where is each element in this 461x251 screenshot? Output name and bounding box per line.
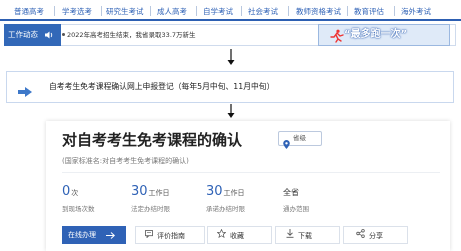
nav-item-jiaoshi[interactable]: 教师资格考试 — [296, 5, 341, 18]
stat-legal-limit-value: 30工作日 — [131, 184, 170, 199]
download-button[interactable]: 下载 — [275, 226, 340, 244]
share-button[interactable]: 分享 — [343, 226, 408, 244]
stat-promise-limit-label: 承诺办结时限 — [206, 205, 245, 213]
bullet-dot — [62, 33, 65, 36]
nav-item-yanjiusheng[interactable]: 研究生考试 — [106, 5, 144, 18]
runner-icon — [330, 28, 344, 47]
nav-separator — [347, 6, 348, 16]
stat-promise-number: 30 — [206, 184, 223, 199]
arrow-down-icon — [226, 104, 236, 119]
stat-legal-limit-label: 法定办结时限 — [131, 205, 170, 213]
stat-visits-unit: 次 — [71, 189, 79, 197]
nav-separator — [394, 6, 395, 16]
stat-visits-value: 0次 — [62, 184, 78, 199]
online-apply-button[interactable]: 在线办理 — [62, 226, 126, 244]
nav-separator — [241, 6, 242, 16]
service-subtitle: (国家标准名:对自考考生免考课程的确认) — [62, 157, 189, 165]
nav-separator — [54, 6, 55, 16]
stat-legal-number: 30 — [131, 184, 148, 199]
nav-item-pinggu[interactable]: 教育评估 — [354, 5, 384, 18]
stat-scope-label: 通办范围 — [283, 205, 309, 213]
process-step-text: 自考考生免考课程确认网上申报登记（每年5月中旬、11月中旬） — [49, 82, 275, 91]
nav-underline — [0, 19, 461, 21]
evaluation-guide-button[interactable]: 评价指南 — [135, 226, 205, 244]
nav-separator — [196, 6, 197, 16]
stat-promise-limit-value: 30工作日 — [206, 184, 245, 199]
stat-promise-unit: 工作日 — [223, 189, 245, 197]
card-divider — [62, 172, 440, 173]
online-apply-label: 在线办理 — [68, 231, 96, 239]
nav-item-shehui[interactable]: 社会考试 — [248, 5, 278, 18]
favorite-label: 收藏 — [230, 232, 244, 240]
nav-separator — [288, 6, 289, 16]
share-label: 分享 — [369, 232, 383, 240]
service-title: 对自考考生免考课程的确认 — [62, 131, 243, 149]
news-tag-label: 工作动态 — [8, 30, 38, 39]
arrow-down-icon — [226, 49, 236, 66]
nav-separator — [101, 6, 102, 16]
stat-visits-label: 到现场次数 — [62, 205, 95, 213]
favorite-button[interactable]: 收藏 — [207, 226, 272, 244]
nav-item-xuekao[interactable]: 学考选考 — [62, 5, 92, 18]
stat-visits-number: 0 — [62, 184, 71, 199]
share-icon — [356, 227, 365, 245]
nav-separator — [150, 6, 151, 16]
arrow-right-icon — [18, 82, 32, 101]
banner-text: “最多跑一次” — [344, 29, 408, 40]
nav-item-haiwai[interactable]: 海外考试 — [401, 5, 431, 18]
nav-item-chengren[interactable]: 成人高考 — [157, 5, 187, 18]
download-label: 下载 — [298, 232, 312, 240]
arrow-right-icon — [106, 231, 116, 239]
star-icon — [216, 227, 227, 245]
nav-item-zikao[interactable]: 自学考试 — [203, 5, 233, 18]
comment-icon — [145, 227, 153, 245]
stat-scope-value: 全省 — [283, 188, 299, 197]
location-pin-icon — [283, 134, 290, 153]
speaker-icon — [45, 30, 54, 39]
news-headline[interactable]: 2022年高考招生结束，我省录取33.7万新生 — [67, 24, 196, 46]
news-tag[interactable]: 工作动态 — [4, 24, 61, 46]
stat-legal-unit: 工作日 — [148, 189, 170, 197]
evaluation-guide-label: 评价指南 — [157, 232, 185, 240]
download-icon — [286, 227, 294, 245]
nav-item-putong[interactable]: 普通高考 — [14, 5, 44, 18]
region-label: 省级 — [293, 134, 306, 142]
